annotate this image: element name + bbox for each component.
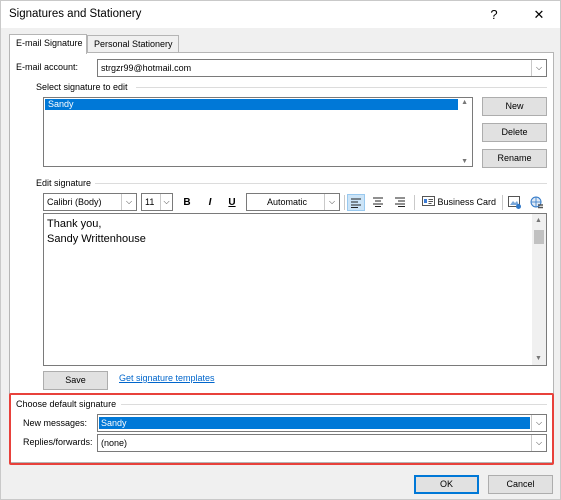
font-size-value: 11 (145, 197, 155, 207)
select-signature-label: Select signature to edit (36, 82, 128, 92)
save-button-label: Save (65, 375, 86, 385)
scroll-up-icon[interactable]: ▲ (535, 217, 542, 224)
help-button[interactable]: ? (479, 1, 509, 28)
font-size-select[interactable]: 11 ⌵ (141, 193, 173, 211)
toolbar-separator (502, 195, 503, 210)
font-name-value: Calibri (Body) (47, 197, 102, 207)
signature-list[interactable]: Sandy ▲ ▼ (43, 97, 473, 167)
font-color-value: Automatic (267, 197, 308, 207)
new-messages-label: New messages: (23, 418, 88, 428)
delete-button[interactable]: Delete (482, 123, 547, 142)
align-center-icon (373, 197, 383, 207)
scroll-down-icon[interactable]: ▼ (535, 355, 542, 362)
align-right-button[interactable] (391, 194, 409, 211)
font-name-select[interactable]: Calibri (Body) ⌵ (43, 193, 137, 211)
business-card-button[interactable]: Business Card (422, 194, 498, 211)
font-color-select[interactable]: Automatic ⌵ (246, 193, 340, 211)
signature-line: Thank you, (47, 218, 102, 230)
new-messages-select[interactable]: Sandy ⌵ (97, 414, 547, 432)
business-card-label: Business Card (437, 197, 497, 207)
group-divider (121, 404, 547, 405)
group-divider (136, 87, 547, 88)
group-divider (95, 183, 547, 184)
new-messages-value: Sandy (101, 418, 127, 428)
tab-email-signature-label: E-mail Signature (16, 38, 83, 48)
window-title: Signatures and Stationery (9, 8, 142, 20)
email-account-label: E-mail account: (16, 62, 79, 72)
hyperlink-icon (530, 196, 543, 209)
signature-body[interactable]: Thank you, Sandy Writtenhouse (47, 217, 146, 247)
toolbar-separator (344, 195, 345, 210)
align-right-icon (395, 197, 405, 207)
edit-signature-label: Edit signature (36, 178, 92, 188)
business-card-icon (422, 196, 435, 206)
picture-icon (508, 196, 521, 209)
scroll-down-icon[interactable]: ▼ (461, 158, 468, 165)
vertical-scrollbar[interactable]: ▲ ▼ (532, 214, 546, 365)
toolbar-separator (414, 195, 415, 210)
chevron-down-icon: ⌵ (121, 194, 136, 210)
replies-forwards-label: Replies/forwards: (23, 437, 93, 447)
signature-templates-link[interactable]: Get signature templates (119, 373, 215, 383)
new-messages-highlight (99, 417, 530, 429)
insert-picture-button[interactable] (507, 194, 523, 211)
save-button[interactable]: Save (43, 371, 108, 390)
signature-line: Sandy Writtenhouse (47, 233, 146, 245)
tab-personal-stationery-label: Personal Stationery (94, 39, 173, 49)
cancel-button-label: Cancel (506, 479, 535, 489)
align-left-button[interactable] (347, 194, 365, 211)
signature-list-item[interactable]: Sandy (45, 99, 458, 110)
replies-forwards-value: (none) (101, 438, 128, 448)
scroll-up-icon[interactable]: ▲ (461, 99, 468, 106)
chevron-down-icon: ⌵ (531, 435, 546, 451)
scrollbar-thumb[interactable] (534, 230, 544, 244)
bold-button[interactable]: B (180, 194, 194, 211)
new-button-label: New (505, 101, 524, 111)
delete-button-label: Delete (501, 127, 528, 137)
email-account-value: strgzr99@hotmail.com (101, 63, 192, 73)
insert-hyperlink-button[interactable] (529, 194, 545, 211)
signature-list-item-label: Sandy (48, 99, 74, 109)
rename-button[interactable]: Rename (482, 149, 547, 168)
replies-forwards-select[interactable]: (none) ⌵ (97, 434, 547, 452)
rename-button-label: Rename (497, 153, 532, 163)
signatures-dialog: Signatures and Stationery ? ✕ E-mail Sig… (0, 0, 561, 500)
close-button[interactable]: ✕ (524, 1, 554, 28)
signature-editor[interactable]: Thank you, Sandy Writtenhouse ▲ ▼ (43, 213, 547, 366)
chevron-down-icon: ⌵ (324, 194, 339, 210)
tab-personal-stationery[interactable]: Personal Stationery (87, 35, 179, 53)
title-bar: Signatures and Stationery ? ✕ (1, 1, 560, 28)
tab-email-signature[interactable]: E-mail Signature (9, 34, 87, 54)
italic-button[interactable]: I (203, 194, 217, 211)
chevron-down-icon: ⌵ (531, 60, 546, 76)
ok-button-label: OK (439, 479, 453, 489)
chevron-down-icon: ⌵ (531, 415, 546, 431)
email-account-select[interactable]: strgzr99@hotmail.com ⌵ (97, 59, 547, 77)
align-left-icon (351, 198, 361, 208)
align-center-button[interactable] (369, 194, 387, 211)
new-button[interactable]: New (482, 97, 547, 116)
default-signature-label: Choose default signature (16, 399, 117, 409)
chevron-down-icon: ⌵ (160, 194, 172, 210)
ok-button[interactable]: OK (414, 475, 479, 494)
cancel-button[interactable]: Cancel (488, 475, 553, 494)
underline-button[interactable]: U (225, 194, 239, 211)
